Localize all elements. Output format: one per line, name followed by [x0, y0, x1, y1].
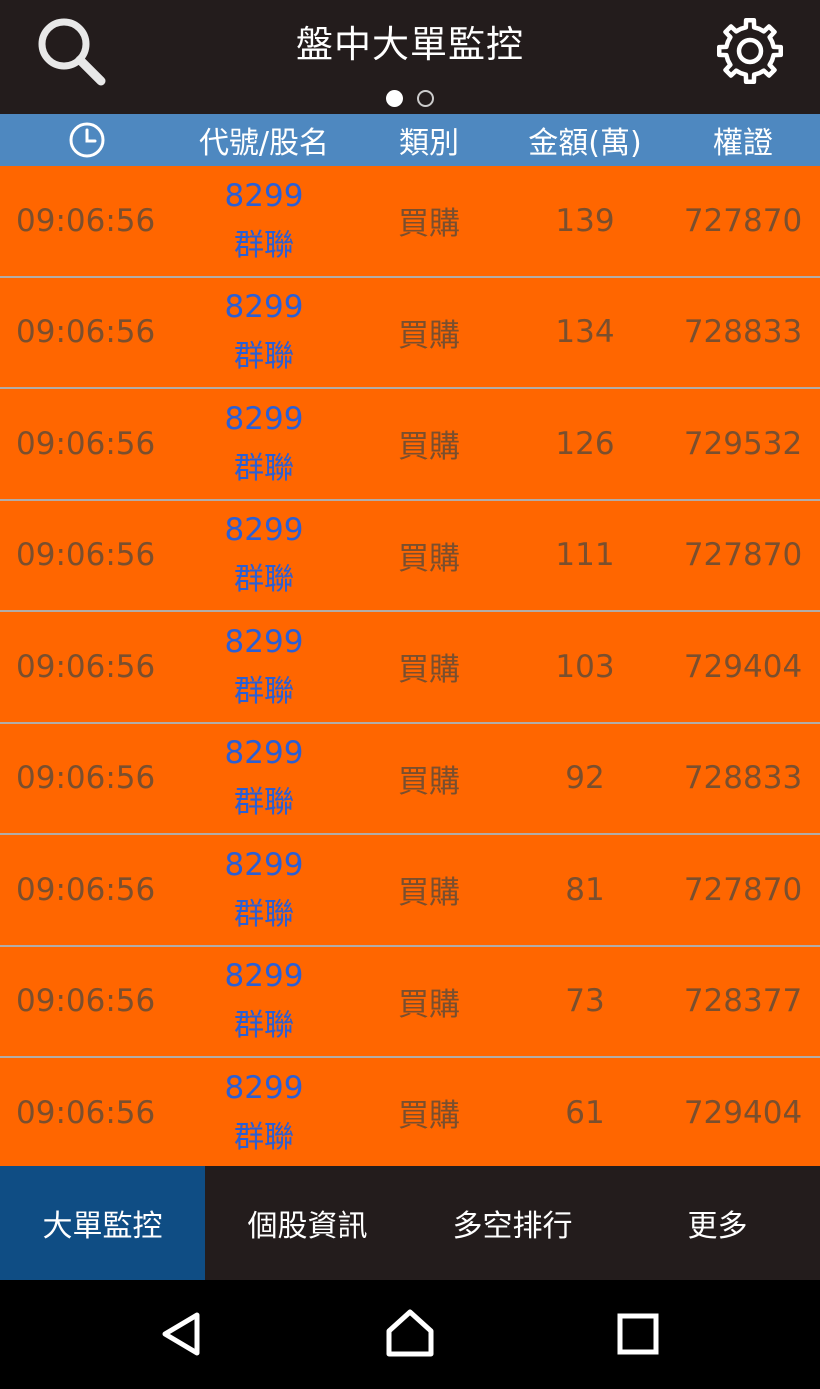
table-row[interactable]: 09:06:56 8299 群聯 買購 61 729404	[0, 1058, 820, 1166]
row-type: 買購	[398, 986, 460, 1023]
row-warrant: 727870	[683, 871, 803, 908]
row-time: 09:06:56	[16, 871, 156, 908]
stock-code: 8299	[224, 735, 304, 772]
table-header: 代號/股名 類別 金額(萬) 權證	[0, 114, 820, 166]
tab-stock-info[interactable]: 個股資訊	[205, 1166, 410, 1280]
stock-code: 8299	[224, 400, 304, 437]
row-warrant: 727870	[683, 202, 803, 239]
stock-code: 8299	[224, 623, 304, 660]
row-type: 買購	[398, 652, 460, 689]
row-time: 09:06:56	[16, 983, 156, 1020]
table-row[interactable]: 09:06:56 8299 群聯 買購 139 727870	[0, 166, 820, 278]
system-nav-bar	[0, 1280, 820, 1389]
row-amount: 126	[555, 425, 615, 462]
stock-name: 群聯	[234, 1008, 294, 1044]
stock-name: 群聯	[234, 785, 294, 821]
row-code-name[interactable]: 8299 群聯	[174, 389, 354, 499]
recents-square-icon	[617, 1313, 659, 1355]
row-amount: 134	[555, 314, 615, 351]
gear-icon	[716, 17, 784, 85]
row-time: 09:06:56	[16, 537, 156, 574]
row-time: 09:06:56	[16, 202, 156, 239]
page-title: 盤中大單監控	[296, 23, 524, 66]
row-warrant: 729404	[683, 648, 803, 685]
stock-name: 群聯	[234, 227, 294, 263]
stock-code: 8299	[224, 177, 304, 214]
row-amount: 73	[565, 983, 605, 1020]
row-code-name[interactable]: 8299 群聯	[174, 166, 354, 276]
row-warrant: 727870	[683, 537, 803, 574]
stock-name: 群聯	[234, 896, 294, 932]
row-code-name[interactable]: 8299 群聯	[174, 612, 354, 722]
type-column-header: 類別	[399, 126, 459, 161]
table-row[interactable]: 09:06:56 8299 群聯 買購 111 727870	[0, 500, 820, 612]
row-time: 09:06:56	[16, 425, 156, 462]
row-code-name[interactable]: 8299 群聯	[174, 947, 354, 1057]
row-amount: 92	[565, 760, 605, 797]
home-button[interactable]	[380, 1304, 440, 1364]
row-time: 09:06:56	[16, 648, 156, 685]
row-warrant: 729404	[683, 1094, 803, 1131]
row-code-name[interactable]: 8299 群聯	[174, 501, 354, 611]
row-code-name[interactable]: 8299 群聯	[174, 1058, 354, 1166]
row-amount: 139	[555, 202, 615, 239]
time-column-header	[0, 114, 174, 166]
row-code-name[interactable]: 8299 群聯	[174, 278, 354, 388]
recents-button[interactable]	[608, 1304, 668, 1364]
settings-button[interactable]	[708, 10, 792, 92]
row-amount: 81	[565, 871, 605, 908]
row-warrant: 728377	[683, 983, 803, 1020]
code-name-column-header: 代號/股名	[198, 126, 330, 161]
clock-icon	[69, 122, 105, 158]
row-code-name[interactable]: 8299 群聯	[174, 724, 354, 834]
top-bar: 盤中大單監控	[0, 0, 820, 114]
row-amount: 103	[555, 648, 615, 685]
stock-name: 群聯	[234, 673, 294, 709]
row-amount: 111	[555, 537, 615, 574]
stock-code: 8299	[224, 958, 304, 995]
order-list[interactable]: 09:06:56 8299 群聯 買購 139 727870 09:06:56 …	[0, 166, 820, 1166]
row-type: 買購	[398, 429, 460, 466]
row-type: 買購	[398, 206, 460, 243]
stock-code: 8299	[224, 846, 304, 883]
row-time: 09:06:56	[16, 1094, 156, 1131]
row-time: 09:06:56	[16, 760, 156, 797]
page-dot-active[interactable]	[386, 90, 403, 107]
row-type: 買購	[398, 875, 460, 912]
table-row[interactable]: 09:06:56 8299 群聯 買購 103 729404	[0, 612, 820, 724]
amount-column-header: 金額(萬)	[528, 126, 642, 161]
warrant-column-header: 權證	[713, 126, 773, 161]
table-row[interactable]: 09:06:56 8299 群聯 買購 81 727870	[0, 835, 820, 947]
stock-code: 8299	[224, 1069, 304, 1106]
table-row[interactable]: 09:06:56 8299 群聯 買購 73 728377	[0, 946, 820, 1058]
tab-long-short-ranking[interactable]: 多空排行	[410, 1166, 615, 1280]
stock-code: 8299	[224, 512, 304, 549]
table-row[interactable]: 09:06:56 8299 群聯 買購 134 728833	[0, 277, 820, 389]
row-type: 買購	[398, 540, 460, 577]
stock-name: 群聯	[234, 450, 294, 486]
stock-name: 群聯	[234, 339, 294, 375]
row-warrant: 728833	[683, 760, 803, 797]
page-dot-inactive[interactable]	[417, 90, 434, 107]
table-row[interactable]: 09:06:56 8299 群聯 買購 126 729532	[0, 389, 820, 501]
bottom-tab-bar: 大單監控 個股資訊 多空排行 更多	[0, 1166, 820, 1280]
row-warrant: 729532	[683, 425, 803, 462]
home-icon	[386, 1309, 434, 1357]
back-triangle-icon	[162, 1312, 200, 1356]
row-warrant: 728833	[683, 314, 803, 351]
table-row[interactable]: 09:06:56 8299 群聯 買購 92 728833	[0, 723, 820, 835]
page-indicator	[0, 90, 820, 108]
stock-name: 群聯	[234, 562, 294, 598]
row-type: 買購	[398, 1098, 460, 1135]
back-button[interactable]	[152, 1304, 212, 1364]
row-type: 買購	[398, 317, 460, 354]
stock-name: 群聯	[234, 1119, 294, 1155]
tab-big-order-monitor[interactable]: 大單監控	[0, 1166, 205, 1280]
row-type: 買購	[398, 763, 460, 800]
row-code-name[interactable]: 8299 群聯	[174, 835, 354, 945]
tab-more[interactable]: 更多	[615, 1166, 820, 1280]
row-time: 09:06:56	[16, 314, 156, 351]
stock-code: 8299	[224, 289, 304, 326]
row-amount: 61	[565, 1094, 605, 1131]
